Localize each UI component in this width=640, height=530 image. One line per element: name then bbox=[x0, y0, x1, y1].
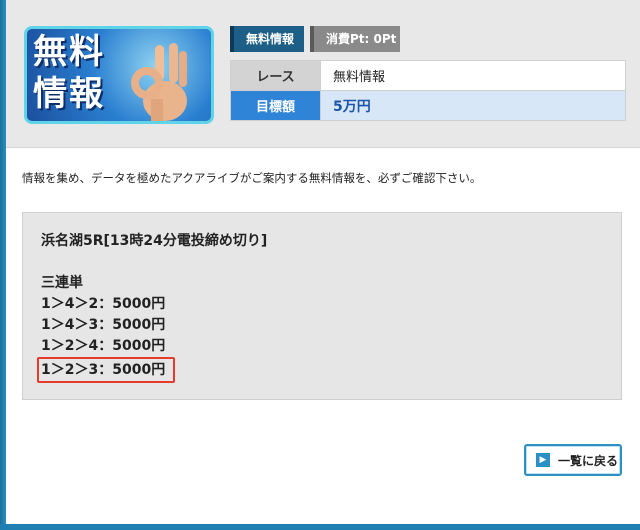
header: 無料 情報 無料情報 消費Pt: 0Pt レース 無料情報 目標額 5万円 bbox=[6, 0, 640, 148]
race-title: 浜名湖5R[13時24分電投締め切り] bbox=[41, 233, 268, 249]
banner-text-line1: 無料 bbox=[33, 32, 105, 72]
back-button-label: 一覧に戻る bbox=[558, 453, 619, 468]
bet-type: 三連単 bbox=[41, 275, 83, 291]
target-value: 5万円 bbox=[320, 90, 626, 121]
back-to-list-button[interactable]: ▶ 一覧に戻る bbox=[524, 444, 622, 476]
race-label: レース bbox=[230, 60, 321, 91]
target-row: 目標額 5万円 bbox=[230, 90, 626, 121]
prediction-panel: 浜名湖5R[13時24分電投締め切り] 三連単 1＞4＞2：5000円 1＞4＞… bbox=[22, 212, 622, 400]
highlight-box: 1＞2＞3：5000円 bbox=[37, 357, 176, 383]
bet-line: 1＞4＞2：5000円 bbox=[41, 296, 166, 312]
bottom-accent-bar bbox=[0, 524, 640, 530]
intro-text: 情報を集め、データを極めたアクアライブがご案内する無料情報を、必ずご確認下さい。 bbox=[22, 171, 482, 185]
ok-hand-icon bbox=[131, 43, 187, 121]
free-info-banner: 無料 情報 bbox=[24, 26, 214, 124]
bet-line: 1＞4＞3：5000円 bbox=[41, 317, 166, 333]
banner-text-line2: 情報 bbox=[33, 74, 105, 114]
tab-free-info[interactable]: 無料情報 bbox=[230, 26, 304, 52]
points-consumed-badge: 消費Pt: 0Pt bbox=[310, 26, 400, 52]
race-row: レース 無料情報 bbox=[230, 60, 626, 91]
bet-line: 1＞2＞4：5000円 bbox=[41, 338, 166, 354]
target-label: 目標額 bbox=[230, 90, 321, 121]
race-info-table: レース 無料情報 目標額 5万円 bbox=[230, 60, 626, 121]
bet-line-highlighted: 1＞2＞3：5000円 bbox=[37, 357, 621, 383]
arrow-right-icon: ▶ bbox=[536, 453, 550, 467]
race-value: 無料情報 bbox=[320, 60, 626, 91]
